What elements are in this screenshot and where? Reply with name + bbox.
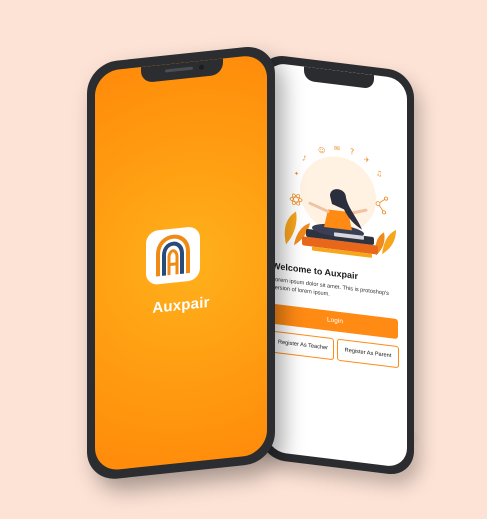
front-camera — [199, 64, 204, 70]
speaker-grille — [165, 66, 193, 73]
app-name: Auxpair — [152, 293, 210, 317]
splash-screen: Auxpair — [95, 53, 267, 472]
phone-notch — [304, 66, 374, 90]
app-logo — [146, 225, 200, 286]
welcome-screen: ♪ ☺ ✉ ? ✈ ♫ ✦ Welcome to Auxpair Lorem i… — [266, 61, 407, 469]
mockup-scene: ♪ ☺ ✉ ? ✈ ♫ ✦ Welcome to Auxpair Lorem i… — [0, 0, 487, 519]
welcome-description: Lorem ipsum dolor sit amet. This is prot… — [272, 276, 389, 298]
register-parent-button[interactable]: Register As Parent — [337, 338, 399, 369]
arch-logo-icon — [156, 234, 190, 277]
svg-text:✈: ✈ — [364, 155, 370, 165]
svg-text:?: ? — [350, 147, 354, 156]
phone-notch — [141, 58, 223, 84]
meditation-illustration: ♪ ☺ ✉ ? ✈ ♫ ✦ — [284, 143, 396, 258]
svg-text:✉: ✉ — [334, 143, 340, 153]
register-teacher-button[interactable]: Register As Teacher — [272, 330, 334, 361]
svg-text:✦: ✦ — [294, 170, 299, 178]
svg-text:☺: ☺ — [318, 145, 325, 155]
phone-welcome: ♪ ☺ ✉ ? ✈ ♫ ✦ Welcome to Auxpair Lorem i… — [259, 53, 414, 478]
phone-splash: Auxpair — [87, 44, 275, 482]
svg-text:♪: ♪ — [302, 153, 306, 163]
svg-text:♫: ♫ — [376, 168, 382, 178]
